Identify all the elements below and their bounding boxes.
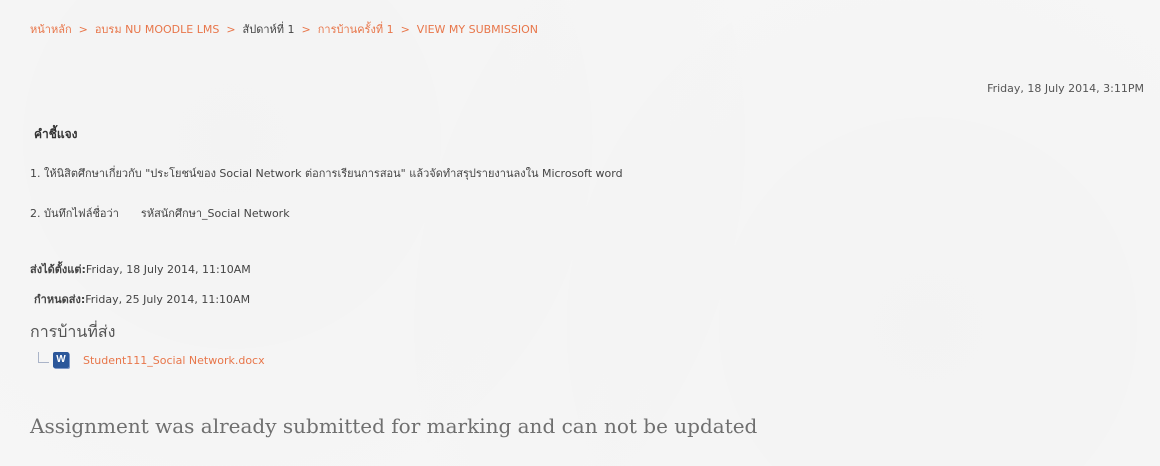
instruction-line-2-value: รหัสนักศึกษา_Social Network bbox=[140, 207, 290, 220]
breadcrumb-separator: > bbox=[78, 22, 88, 36]
due-date-label: กำหนดส่ง: bbox=[34, 293, 86, 306]
due-date: กำหนดส่ง:Friday, 25 July 2014, 11:10AM bbox=[34, 290, 250, 308]
instruction-line-2-prefix: 2. บันทึกไฟล์ชื่อว่า bbox=[30, 207, 119, 220]
opened-date-value: Friday, 18 July 2014, 11:10AM bbox=[85, 263, 251, 276]
breadcrumb-separator: > bbox=[226, 22, 236, 36]
due-date-value: Friday, 25 July 2014, 11:10AM bbox=[85, 293, 251, 306]
instructions-heading: คำชี้แจง bbox=[34, 127, 78, 141]
page: หน้าหลัก > อบรม NU MOODLE LMS > สัปดาห์ท… bbox=[0, 0, 1160, 466]
instruction-line-2: 2. บันทึกไฟล์ชื่อว่า รหัสนักศึกษา_Social … bbox=[30, 204, 290, 222]
breadcrumb-item-home[interactable]: หน้าหลัก bbox=[30, 20, 72, 38]
current-date: Friday, 18 July 2014, 3:11PM bbox=[987, 82, 1144, 95]
submitted-file: W Student111_Social Network.docx bbox=[38, 350, 265, 370]
submitted-file-link[interactable]: Student111_Social Network.docx bbox=[83, 354, 265, 367]
opened-date-label: ส่งได้ตั้งแต่: bbox=[30, 263, 86, 276]
instruction-line-1: 1. ให้นิสิตศึกษาเกี่ยวกับ "ประโยชน์ของ S… bbox=[30, 167, 623, 180]
breadcrumb-item-view-submission[interactable]: VIEW MY SUBMISSION bbox=[417, 23, 538, 36]
breadcrumb-separator: > bbox=[400, 22, 410, 36]
breadcrumb-item-assignment[interactable]: การบ้านครั้งที่ 1 bbox=[318, 20, 394, 38]
breadcrumb: หน้าหลัก > อบรม NU MOODLE LMS > สัปดาห์ท… bbox=[30, 20, 538, 38]
tree-connector bbox=[38, 351, 49, 363]
breadcrumb-separator: > bbox=[301, 22, 311, 36]
opened-date: ส่งได้ตั้งแต่:Friday, 18 July 2014, 11:1… bbox=[30, 260, 251, 278]
breadcrumb-item-course[interactable]: อบรม NU MOODLE LMS bbox=[95, 20, 219, 38]
submission-title: การบ้านที่ส่ง bbox=[30, 322, 116, 341]
breadcrumb-item-week: สัปดาห์ที่ 1 bbox=[242, 23, 295, 36]
word-document-icon: W bbox=[53, 352, 69, 368]
submission-status-message: Assignment was already submitted for mar… bbox=[30, 414, 758, 438]
